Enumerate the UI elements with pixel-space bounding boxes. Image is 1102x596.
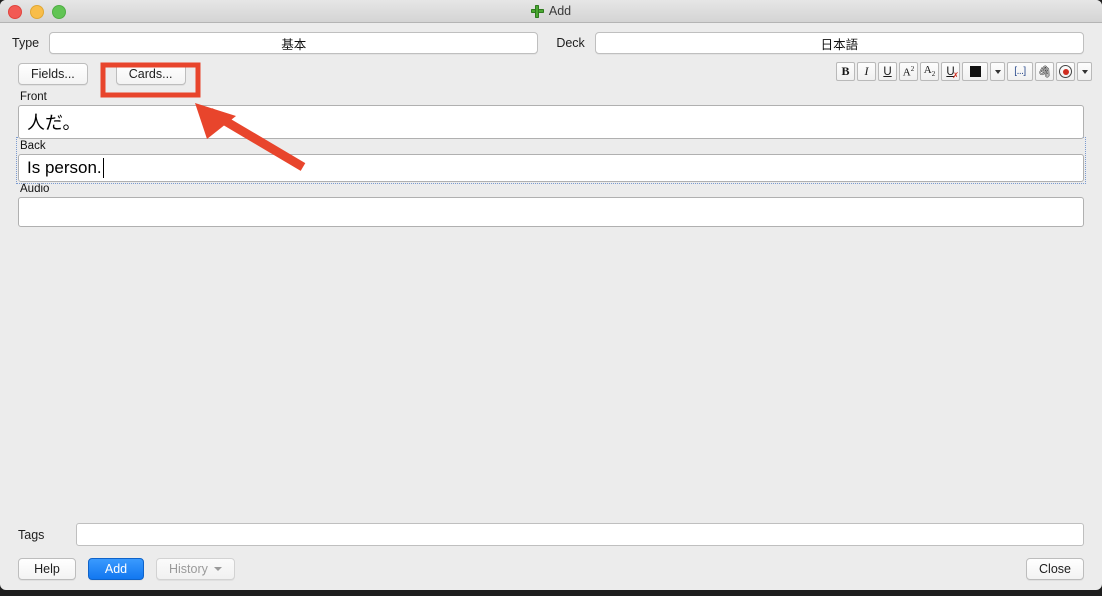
text-color-dropdown-icon[interactable] [990, 62, 1005, 81]
type-deck-row: Type 基本 Deck 日本語 [0, 23, 1102, 54]
bold-button[interactable]: B [836, 62, 855, 81]
tags-label: Tags [18, 527, 45, 542]
field-block-audio: Audio [18, 182, 1084, 227]
add-note-window: Add Type 基本 Deck 日本語 Fields... Cards... … [0, 0, 1102, 590]
dialog-bottom-bar: Tags Help Add History Close [0, 523, 1102, 590]
clear-formatting-button[interactable]: U ✗ [941, 62, 960, 81]
help-button[interactable]: Help [18, 558, 76, 580]
deck-selector[interactable]: 日本語 [594, 32, 1084, 54]
field-block-back: Back Is person. [16, 137, 1086, 184]
green-plus-icon [530, 4, 544, 18]
formatting-toolbar: B I U A2 A2 U ✗ [...] 🖇 [836, 62, 1092, 81]
history-button-label: History [169, 562, 208, 576]
record-audio-icon[interactable] [1056, 62, 1075, 81]
attach-media-paperclip-icon[interactable]: 🖇 [1035, 62, 1054, 81]
field-label-front: Front [20, 91, 47, 103]
add-button[interactable]: Add [88, 558, 144, 580]
field-input-back[interactable]: Is person. [18, 154, 1084, 182]
editor-button-row: Fields... Cards... B I U A2 A2 U ✗ [...] … [0, 54, 1102, 85]
window-title-group: Add [0, 0, 1102, 22]
cards-button[interactable]: Cards... [115, 63, 186, 85]
deck-label: Deck [556, 36, 585, 50]
superscript-button[interactable]: A2 [899, 62, 918, 81]
underline-button[interactable]: U [878, 62, 897, 81]
text-caret [102, 158, 104, 178]
fields-button[interactable]: Fields... [18, 63, 88, 85]
subscript-button[interactable]: A2 [920, 62, 939, 81]
field-input-front[interactable]: 人だ。 [18, 105, 1084, 139]
field-label-audio: Audio [20, 183, 50, 195]
chevron-down-icon [213, 567, 222, 571]
type-label: Type [12, 36, 40, 50]
window-titlebar: Add [0, 0, 1102, 23]
note-fields-area: Front 人だ。 Back Is person. Audio [0, 84, 1102, 227]
notetype-selector[interactable]: 基本 [49, 32, 539, 54]
field-input-audio[interactable] [18, 197, 1084, 227]
history-button[interactable]: History [156, 558, 235, 580]
field-label-back: Back [20, 140, 46, 152]
field-text-back: Is person. [27, 158, 102, 177]
tags-row: Tags [18, 523, 1084, 558]
italic-button[interactable]: I [857, 62, 876, 81]
text-color-button[interactable] [962, 62, 988, 81]
cloze-deletion-button[interactable]: [...] [1007, 62, 1033, 81]
more-options-dropdown-icon[interactable] [1077, 62, 1092, 81]
field-block-front: Front 人だ。 [18, 90, 1084, 139]
close-button[interactable]: Close [1026, 558, 1084, 580]
dialog-actions-row: Help Add History Close [18, 558, 1084, 580]
window-title: Add [548, 4, 572, 18]
tags-input[interactable] [76, 523, 1084, 546]
